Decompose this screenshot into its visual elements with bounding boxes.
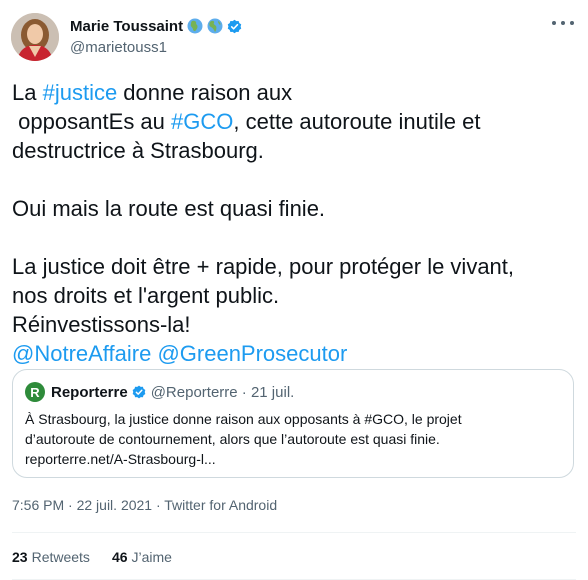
more-options-icon[interactable] [552,18,574,28]
hashtag-justice[interactable]: #justice [43,80,118,105]
author-avatar[interactable] [11,13,59,61]
tweet-line-4: Oui mais la route est quasi finie. [12,196,326,221]
quoted-tweet-text: À Strasbourg, la justice donne raison au… [25,409,561,469]
hashtag-gco[interactable]: #GCO [171,109,233,134]
tweet-timestamp: 7:56 PM · 22 juil. 2021 · Twitter for An… [12,497,277,513]
tweet-line-2: opposantEs au #GCO, cette autoroute inut… [12,107,582,136]
quoted-author-name: Reporterre [51,383,128,401]
mention-notreaffaire[interactable]: @NotreAffaire [12,341,151,366]
text-fragment: , cette autoroute inutile et [233,109,481,134]
author-name[interactable]: Marie Toussaint [70,18,183,35]
tweet-line-6: nos droits et l'argent public. [12,283,280,308]
tweet-time[interactable]: 7:56 PM · 22 juil. 2021 · [12,497,164,513]
author-handle[interactable]: @marietouss1 [70,39,243,56]
text-fragment: La [12,80,43,105]
retweets-label: Retweets [31,549,90,565]
retweets-stat[interactable]: 23 Retweets [12,549,90,565]
likes-stat[interactable]: 46 J’aime [112,549,172,565]
retweets-count: 23 [12,549,28,565]
globe-africa-icon [187,18,203,34]
mentions-line: @NotreAffaire @GreenProsecutor [12,339,582,368]
tweet-source[interactable]: Twitter for Android [164,497,277,513]
tweet-line-5: La justice doit être + rapide, pour prot… [12,254,515,279]
tweet: Marie Toussaint @marietouss1 La #justice… [0,0,588,580]
quoted-tweet[interactable]: R Reporterre @Reporterre · 21 juil. À St… [12,369,574,478]
engagement-stats: 23 Retweets 46 J’aime [12,549,194,565]
dot-icon [570,21,574,25]
quoted-line-2: d’autoroute de contournement, alors que … [25,431,440,447]
quoted-link: reporterre.net/A-Strasbourg-l... [25,451,216,467]
mention-greenprosecutor[interactable]: @GreenProsecutor [157,341,347,366]
dot-icon [561,21,565,25]
quoted-line-1: À Strasbourg, la justice donne raison au… [25,411,462,427]
reporterre-logo-icon: R [25,382,45,402]
quoted-tweet-header: R Reporterre @Reporterre · 21 juil. [25,382,294,402]
name-row: Marie Toussaint [70,16,243,36]
verified-badge-icon [227,19,242,33]
likes-label: J’aime [131,549,172,565]
text-fragment: opposantEs au [12,109,172,134]
verified-badge-icon [132,385,146,399]
text-fragment: donne raison aux [117,80,293,105]
tweet-line-1: La #justice donne raison aux [12,78,582,107]
globe-americas-icon [207,18,223,34]
quoted-handle-date: @Reporterre · 21 juil. [150,383,295,401]
tweet-text: La #justice donne raison aux opposantEs … [12,78,582,368]
tweet-line-3: destructrice à Strasbourg. [12,138,264,163]
tweet-line-7: Réinvestissons-la! [12,312,191,337]
author-block: Marie Toussaint @marietouss1 [70,16,243,56]
likes-count: 46 [111,549,128,565]
dot-icon [552,21,556,25]
divider [12,532,576,533]
